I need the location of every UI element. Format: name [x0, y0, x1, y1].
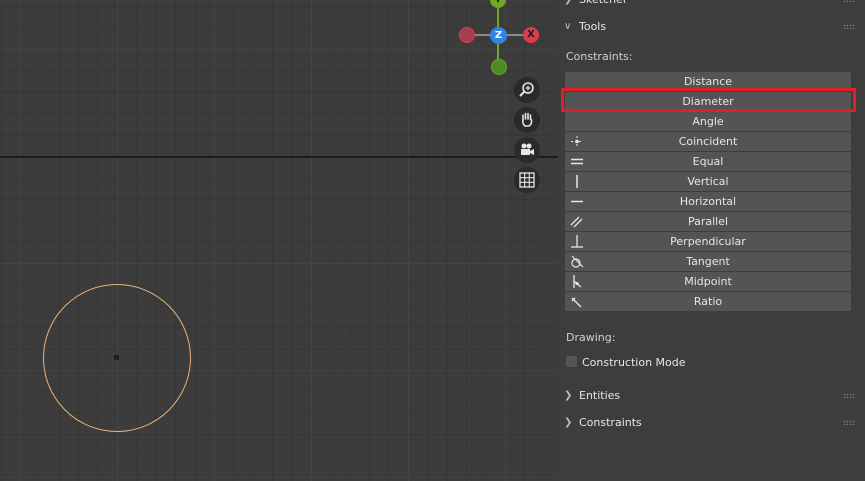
perpendicular-button[interactable]: Perpendicular [565, 232, 851, 251]
midpoint-icon [573, 275, 582, 288]
entities-panel-header[interactable]: ❯ Entities [558, 384, 865, 408]
drawing-label: Drawing: [566, 331, 616, 344]
button-label: Perpendicular [670, 235, 746, 248]
gizmo-x-handle[interactable]: X [523, 27, 539, 43]
equal-icon [571, 158, 583, 165]
horizontal-icon [571, 200, 583, 203]
drag-grip-icon[interactable] [843, 0, 855, 2]
construction-mode-label[interactable]: Construction Mode [582, 356, 686, 369]
horizontal-button[interactable]: Horizontal [565, 192, 851, 211]
construction-mode-checkbox[interactable] [566, 356, 577, 367]
coincident-button[interactable]: Coincident [565, 132, 851, 151]
sketcher-panel-header[interactable]: ❯ Sketcher [558, 0, 865, 12]
button-label: Tangent [686, 255, 730, 268]
midpoint-button[interactable]: Midpoint [565, 272, 851, 291]
tangent-button[interactable]: Tangent [565, 252, 851, 271]
parallel-button[interactable]: Parallel [565, 212, 851, 231]
drag-grip-icon[interactable] [843, 24, 855, 29]
constraints-header-label: Constraints [579, 416, 642, 429]
gizmo-neg-x-handle[interactable] [459, 27, 475, 43]
ratio-icon [571, 297, 582, 308]
chevron-down-icon: ∨ [564, 21, 572, 32]
button-label: Vertical [687, 175, 729, 188]
coincident-icon [571, 136, 583, 147]
circle-center-point[interactable] [114, 355, 119, 360]
angle-button[interactable]: Angle [565, 112, 851, 131]
gizmo-z-handle[interactable]: Z [490, 27, 507, 44]
button-label: Equal [692, 155, 724, 168]
grid-ortho-icon[interactable] [514, 167, 540, 193]
tangent-icon [571, 255, 584, 268]
equal-button[interactable]: Equal [565, 152, 851, 171]
button-label: Midpoint [684, 275, 732, 288]
constraints-panel-header[interactable]: ❯ Constraints [558, 411, 865, 435]
gizmo-neg-y-handle[interactable] [491, 59, 507, 75]
diameter-highlight-box [561, 88, 856, 112]
chevron-right-icon: ❯ [564, 390, 573, 401]
drag-grip-icon[interactable] [843, 393, 855, 398]
parallel-icon [570, 216, 583, 228]
vertical-button[interactable]: Vertical [565, 172, 851, 191]
sidebar-panel: ❯ Sketcher ∨ Tools Constraints: Distance… [558, 0, 865, 481]
hand-pan-icon[interactable] [514, 107, 540, 133]
chevron-right-icon: ❯ [564, 0, 572, 12]
button-label: Ratio [693, 295, 723, 308]
sketcher-header-label: Sketcher [579, 0, 627, 12]
drag-grip-icon[interactable] [843, 420, 855, 425]
tools-panel-header[interactable]: ∨ Tools [558, 15, 865, 39]
camera-icon[interactable] [514, 137, 540, 163]
vertical-icon [576, 175, 578, 188]
button-label: Angle [692, 115, 724, 128]
ratio-button[interactable]: Ratio [565, 292, 851, 311]
tools-header-label: Tools [579, 20, 607, 33]
zoom-icon[interactable] [514, 77, 540, 103]
button-label: Distance [683, 75, 733, 88]
constraints-label: Constraints: [566, 50, 633, 63]
perpendicular-icon [571, 235, 583, 248]
entities-header-label: Entities [579, 389, 621, 402]
chevron-right-icon: ❯ [564, 417, 573, 428]
button-label: Horizontal [679, 195, 737, 208]
button-label: Coincident [678, 135, 738, 148]
gizmo-y-handle[interactable]: Y [490, 0, 506, 8]
button-label: Parallel [687, 215, 729, 228]
